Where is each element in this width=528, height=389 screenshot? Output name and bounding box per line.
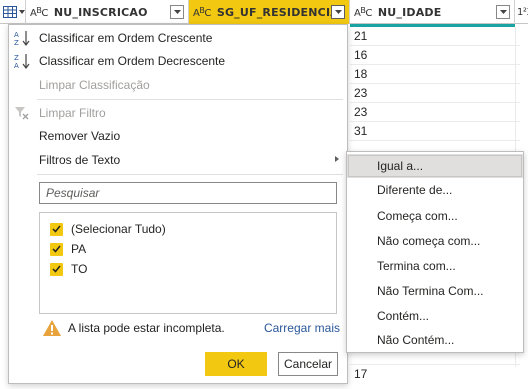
submenu-item-label: Contém... [377,309,430,323]
menu-item-label: Filtros de Texto [39,153,121,167]
cancel-button[interactable]: Cancelar [278,352,338,376]
table-cell[interactable]: 18 [350,65,520,84]
warning-text: A lista pode estar incompleta. [68,321,225,335]
list-item[interactable]: PA [50,239,86,259]
submenu-item-label: Diferente de... [377,183,453,197]
list-item-label: (Selecionar Tudo) [71,222,166,236]
sort-descending-item[interactable]: Z A Classificar em Ordem Decrescente [9,50,349,72]
checkmark-icon [52,265,61,273]
clear-filter-icon [13,104,31,122]
text-type-icon: ABC [354,5,372,19]
submenu-item-begins-with[interactable]: Começa com... [347,204,523,228]
column-title: SG_UF_RESIDENCIA [216,5,339,19]
menu-item-label: Classificar em Ordem Crescente [39,31,213,45]
text-filters-item[interactable]: Filtros de Texto [9,149,349,171]
submenu-item-ends-with[interactable]: Termina com... [347,254,523,278]
submenu-item-not-equals[interactable]: Diferente de... [347,178,523,202]
number-type-icon: 1²3 [517,6,528,18]
clear-filter-item[interactable]: Limpar Filtro [9,102,349,124]
svg-text:A: A [14,31,19,39]
checkbox[interactable] [50,262,63,276]
table-cell[interactable]: 17 [350,364,520,383]
text-type-icon: ABC [193,5,211,19]
table-menu-button[interactable] [0,0,26,24]
list-item[interactable]: TO [50,259,87,279]
filter-dropdown-panel: A Z Classificar em Ordem Crescente Z A C… [8,24,348,384]
table-cell[interactable]: 23 [350,84,520,103]
filter-dropdown-button[interactable] [496,5,510,19]
filter-dropdown-button[interactable] [170,5,184,19]
idade-column-cells: 21 16 18 23 23 31 [350,27,520,141]
menu-separator [37,174,343,175]
menu-item-label: Remover Vazio [39,129,121,143]
submenu-item-label: Não Termina Com... [377,284,484,298]
table-cell[interactable]: 31 [350,122,520,141]
filter-dropdown-button[interactable] [331,5,345,19]
svg-text:A: A [14,62,19,70]
menu-item-label: Classificar em Ordem Decrescente [39,54,226,68]
text-type-icon: ABC [30,5,48,19]
submenu-item-equals[interactable]: Igual a... [347,154,523,178]
submenu-item-label: Termina com... [377,259,456,273]
chevron-down-icon [173,10,181,14]
table-cell[interactable]: 16 [350,46,520,65]
submenu-item-label: Começa com... [377,209,458,223]
search-field[interactable] [39,182,337,204]
submenu-item-not-contains[interactable]: Não Contém... [347,328,523,352]
chevron-right-icon [335,156,339,162]
text-filters-submenu: Igual a... Diferente de... Começa com...… [346,151,524,353]
clear-sort-item[interactable]: Limpar Classificação [9,74,349,96]
remove-empty-item[interactable]: Remover Vazio [9,125,349,147]
table-cell[interactable]: 23 [350,103,520,122]
column-title: NU_IDADE [377,5,442,19]
search-input[interactable] [40,183,336,203]
warning-icon [43,320,61,336]
submenu-item-contains[interactable]: Contém... [347,304,523,328]
submenu-item-not-begins-with[interactable]: Não começa com... [347,229,523,253]
list-item-select-all[interactable]: (Selecionar Tudo) [50,219,166,239]
checkmark-icon [52,245,61,253]
submenu-item-label: Não Contém... [377,333,455,347]
menu-item-label: Limpar Filtro [39,106,106,120]
menu-separator [37,99,343,100]
load-more-link[interactable]: Carregar mais [264,321,340,335]
svg-text:Z: Z [14,39,19,47]
sort-descending-icon: Z A [13,52,31,70]
sort-ascending-icon: A Z [13,29,31,47]
svg-text:Z: Z [14,54,19,62]
submenu-item-label: Igual a... [377,159,424,173]
submenu-item-not-ends-with[interactable]: Não Termina Com... [347,279,523,303]
list-item-label: PA [71,242,87,256]
table-cell[interactable]: 21 [350,27,520,46]
checkbox[interactable] [50,242,63,256]
column-title: NU_INSCRICAO [53,5,148,19]
filter-values-list: (Selecionar Tudo) PA TO [39,212,337,314]
column-header-row: ABC NU_INSCRICAO ABC SG_UF_RESIDENCIA AB… [0,0,528,24]
ok-button[interactable]: OK [205,352,267,376]
column-header-nu-idade[interactable]: ABC NU_IDADE [350,0,515,24]
chevron-down-icon [499,10,507,14]
table-icon [3,6,25,18]
checkmark-icon [52,225,61,233]
list-item-label: TO [71,262,88,276]
column-header-sg-uf-residencia[interactable]: ABC SG_UF_RESIDENCIA [189,0,350,24]
sort-ascending-item[interactable]: A Z Classificar em Ordem Crescente [9,27,349,49]
checkbox[interactable] [50,222,63,236]
menu-item-label: Limpar Classificação [39,78,150,92]
chevron-down-icon [334,10,342,14]
column-header-next[interactable]: 1²3 [515,0,528,24]
incomplete-list-warning: A lista pode estar incompleta. Carregar … [42,317,342,339]
submenu-item-label: Não começa com... [377,234,481,248]
column-header-nu-inscricao[interactable]: ABC NU_INSCRICAO [26,0,189,24]
